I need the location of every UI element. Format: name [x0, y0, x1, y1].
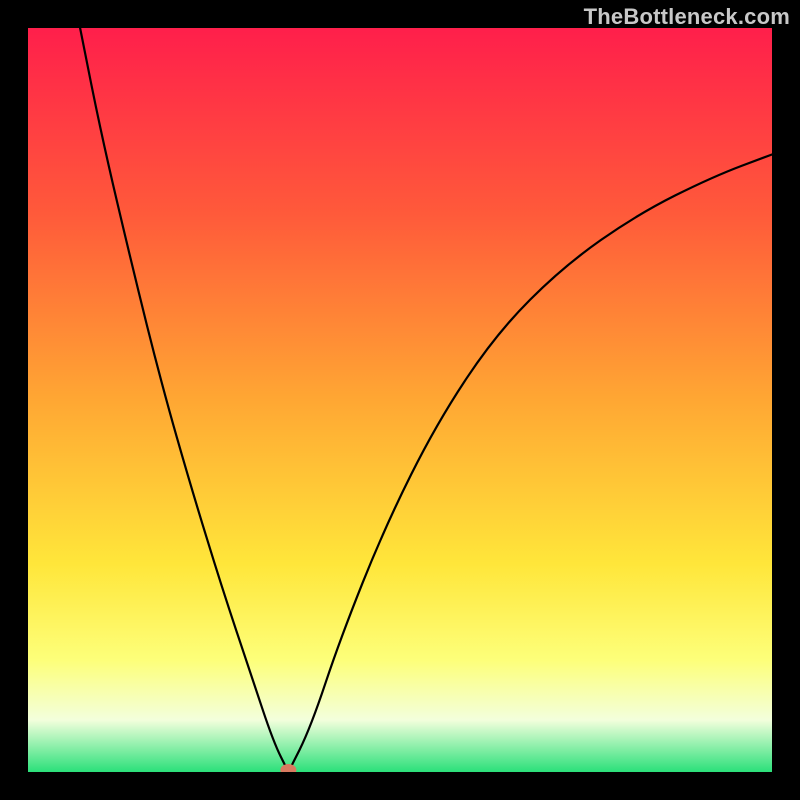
chart-frame: TheBottleneck.com: [0, 0, 800, 800]
plot-area: [28, 28, 772, 772]
chart-svg: [28, 28, 772, 772]
watermark-text: TheBottleneck.com: [584, 4, 790, 30]
gradient-background: [28, 28, 772, 772]
